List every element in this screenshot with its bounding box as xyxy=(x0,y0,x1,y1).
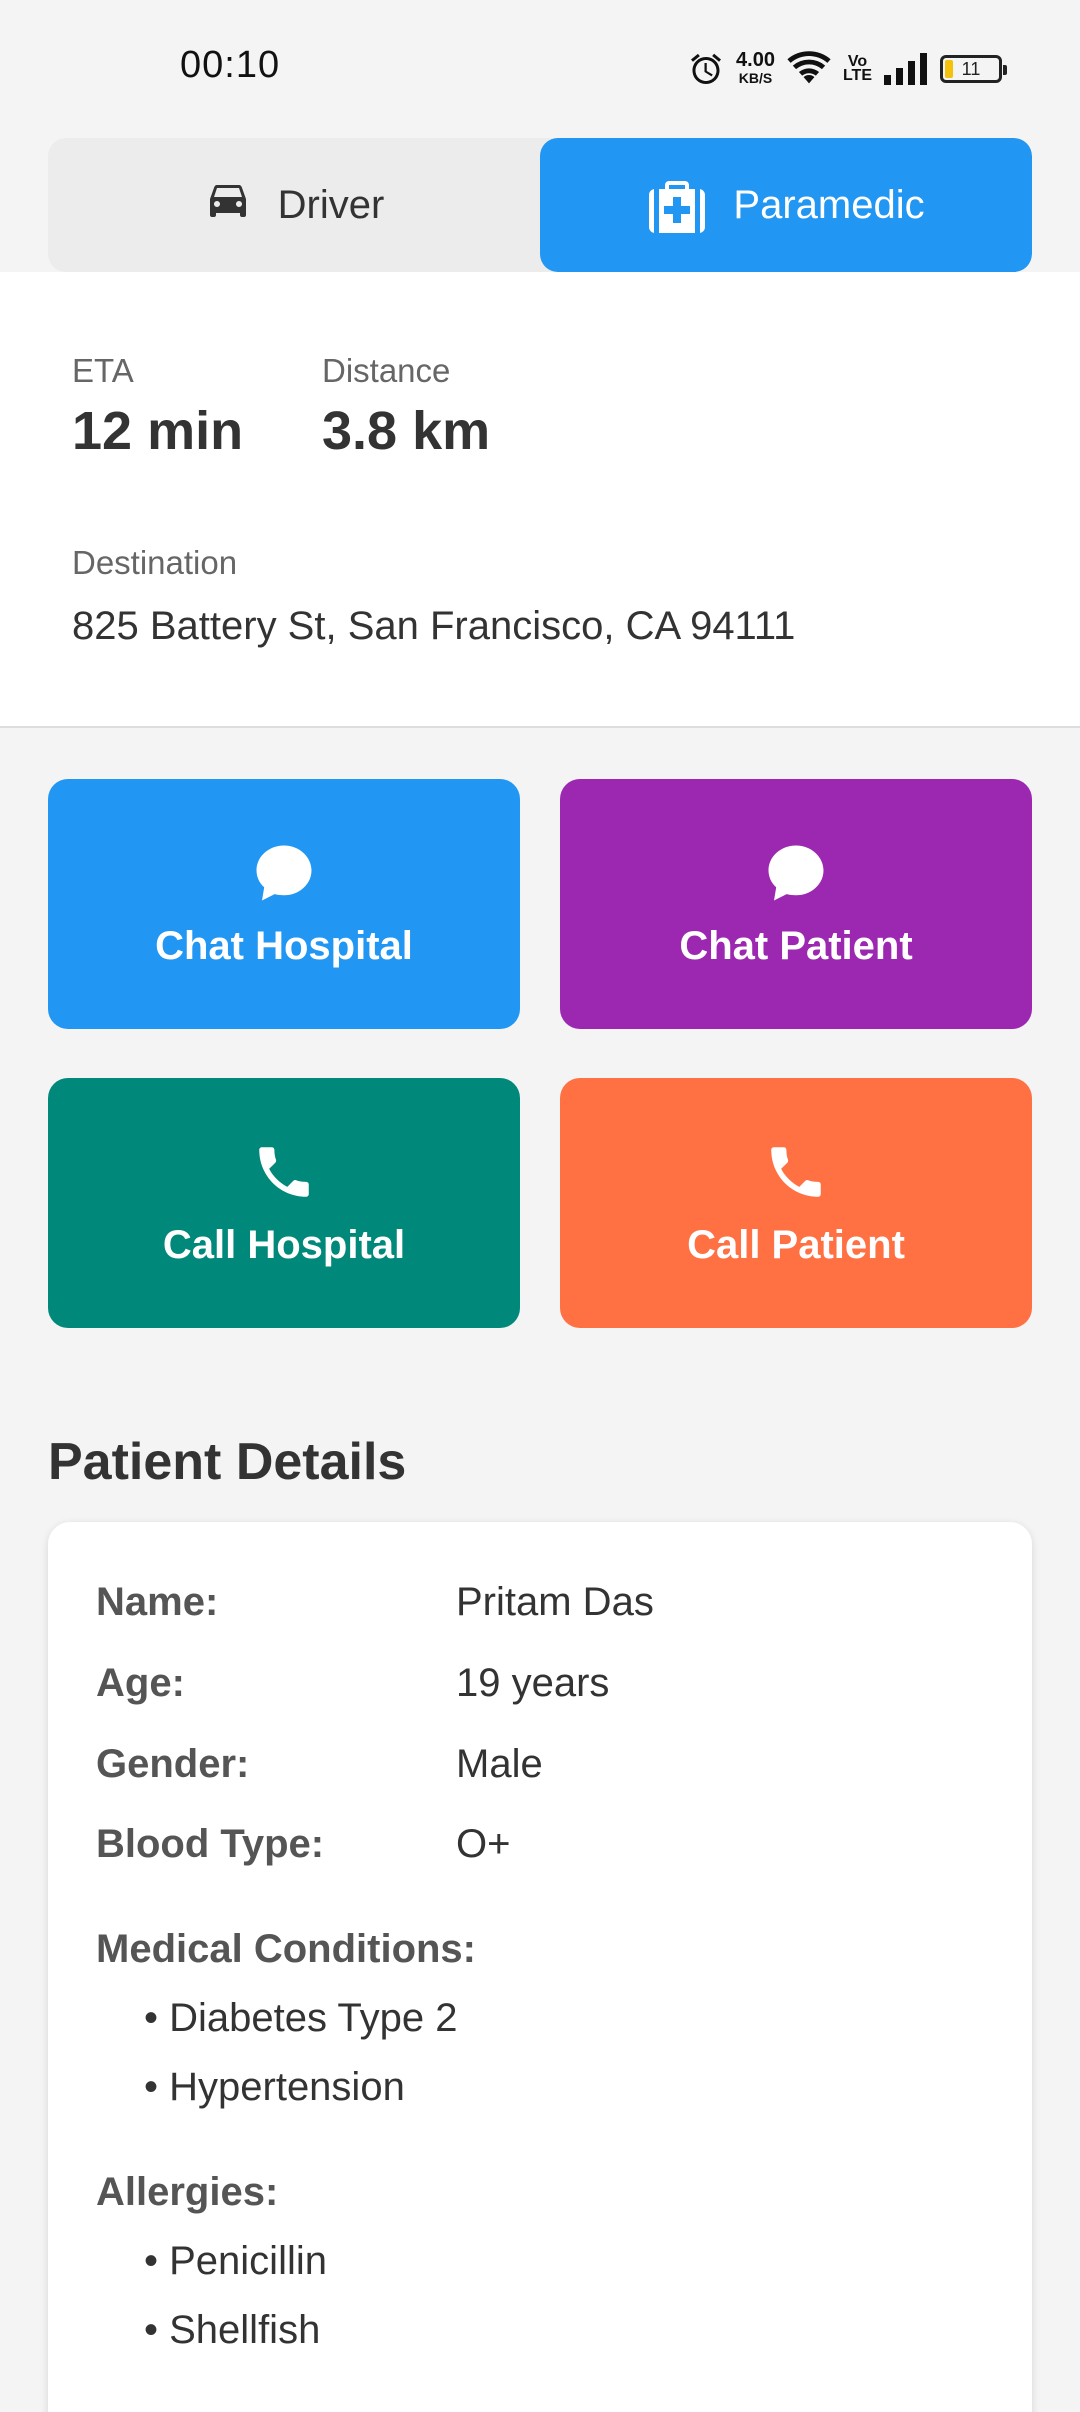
patient-blood-type-label: Blood Type: xyxy=(96,1822,325,1866)
medical-kit-icon xyxy=(647,177,707,233)
patient-name-value: Pritam Das xyxy=(456,1580,654,1624)
battery-icon: 11 xyxy=(940,55,1007,83)
tab-paramedic[interactable]: Paramedic xyxy=(540,138,1032,272)
volte-icon: Vo LTE xyxy=(842,54,872,84)
patient-gender-label: Gender: xyxy=(96,1742,250,1786)
distance-value: 3.8 km xyxy=(322,401,491,461)
call-hospital-button[interactable]: Call Hospital xyxy=(48,1078,520,1328)
chat-icon xyxy=(251,840,317,924)
patient-blood-type-value: O+ xyxy=(456,1822,511,1866)
call-patient-label: Call Patient xyxy=(687,1222,905,1267)
destination-value: 825 Battery St, San Francisco, CA 94111 xyxy=(72,604,796,648)
tab-paramedic-label: Paramedic xyxy=(733,182,925,227)
destination-label: Destination xyxy=(72,544,238,581)
signal-icon xyxy=(884,53,928,85)
list-item: Diabetes Type 2 xyxy=(144,1996,457,2041)
chat-patient-label: Chat Patient xyxy=(679,923,913,968)
alarm-icon xyxy=(688,51,724,87)
chat-patient-button[interactable]: Chat Patient xyxy=(560,779,1032,1029)
patient-details-card: Name: Pritam Das Age: 19 years Gender: M… xyxy=(48,1522,1032,2412)
status-icons: 4.00 KB/S Vo LTE 11 xyxy=(688,44,1007,94)
phone-icon xyxy=(251,1139,317,1223)
list-item: Hypertension xyxy=(144,2065,405,2110)
patient-age-value: 19 years xyxy=(456,1661,610,1705)
medical-conditions-title: Medical Conditions: xyxy=(96,1927,476,1971)
patient-name-label: Name: xyxy=(96,1580,219,1624)
chat-icon xyxy=(763,840,829,924)
patient-age-label: Age: xyxy=(96,1661,185,1705)
battery-level: 11 xyxy=(961,58,981,79)
volte-bottom: LTE xyxy=(842,67,872,84)
tab-driver-label: Driver xyxy=(277,182,385,227)
list-item: Penicillin xyxy=(144,2239,327,2284)
car-icon xyxy=(204,183,252,227)
eta-label: ETA xyxy=(72,352,134,389)
net-speed-value: 4.00 xyxy=(736,49,775,71)
eta-value: 12 min xyxy=(72,401,244,461)
patient-gender-value: Male xyxy=(456,1742,543,1786)
phone-icon xyxy=(763,1139,829,1223)
list-item: Shellfish xyxy=(144,2308,320,2353)
status-time: 00:10 xyxy=(180,44,281,86)
trip-info-panel: ETA 12 min Distance 3.8 km Destination 8… xyxy=(0,272,1080,728)
eta-stat: ETA 12 min xyxy=(72,352,243,462)
chat-hospital-label: Chat Hospital xyxy=(155,923,413,968)
distance-stat: Distance 3.8 km xyxy=(322,352,490,462)
allergies-title: Allergies: xyxy=(96,2170,279,2214)
wifi-icon xyxy=(787,51,831,87)
chat-hospital-button[interactable]: Chat Hospital xyxy=(48,779,520,1029)
distance-label: Distance xyxy=(322,352,451,389)
status-bar: 00:10 4.00 KB/S Vo LTE 11 xyxy=(0,0,1080,136)
net-speed: 4.00 KB/S xyxy=(736,49,775,87)
tab-driver[interactable]: Driver xyxy=(48,138,540,272)
call-patient-button[interactable]: Call Patient xyxy=(560,1078,1032,1328)
patient-details-title: Patient Details xyxy=(48,1433,407,1491)
mode-toggle: Driver Paramedic xyxy=(48,138,1032,272)
call-hospital-label: Call Hospital xyxy=(162,1222,406,1267)
net-speed-unit: KB/S xyxy=(738,70,773,86)
